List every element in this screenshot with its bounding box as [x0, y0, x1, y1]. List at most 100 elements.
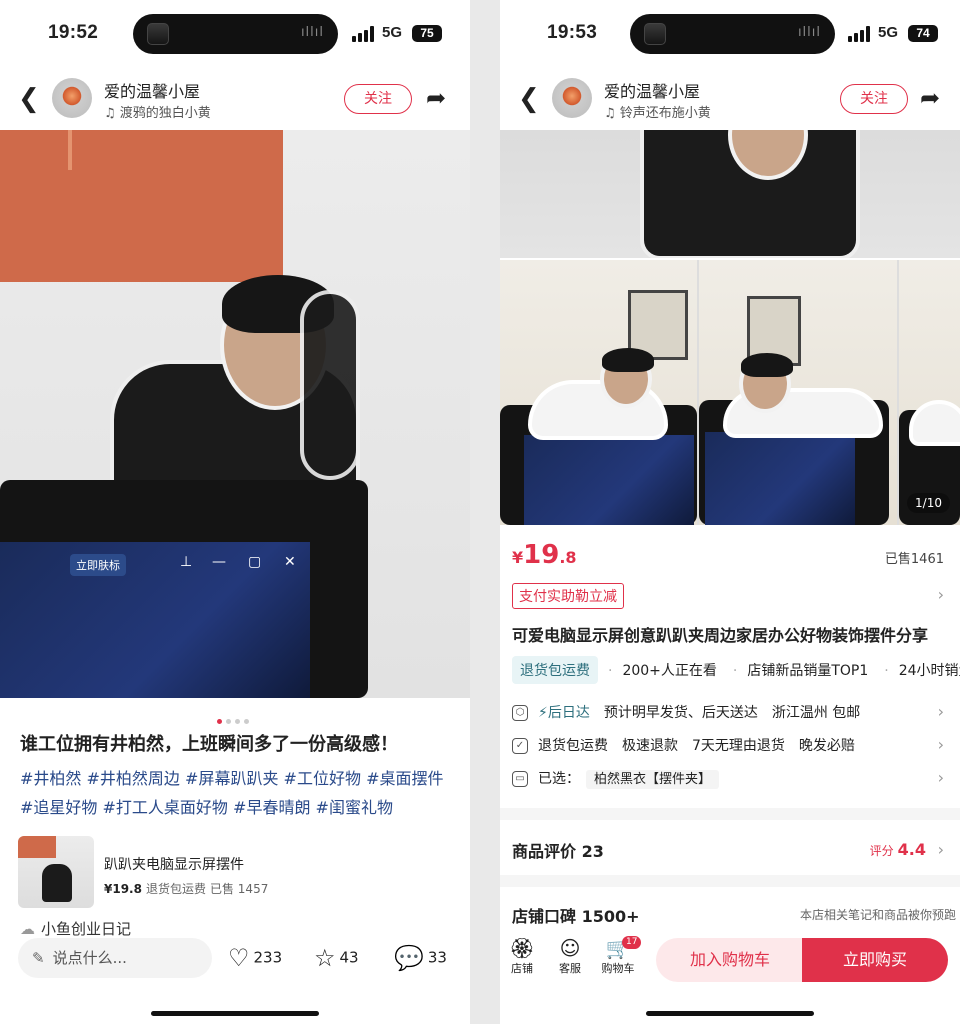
product-name: 趴趴夹电脑显示屏摆件 [104, 857, 244, 873]
left-screen: 19:52 ıllıl 5G 75 ❮ 爱的温馨小屋 ♫ 渡鸦的独白小黄 关注 … [0, 0, 470, 1024]
back-icon[interactable]: ❮ [18, 84, 40, 114]
bag-icon: ▭ [512, 771, 528, 787]
shipping-row[interactable]: ⬡ ⚡后日达 预计明早发货、后天送达 浙江温州 包邮 [512, 702, 874, 722]
divider [500, 875, 960, 887]
feature-chips: 退货包运费·200+人正在看·店铺新品销量TOP1·24小时销量新 [512, 656, 960, 684]
tag[interactable]: #工位好物 [284, 769, 361, 788]
comment-input[interactable]: ✎ 说点什么... [18, 938, 212, 978]
island-avatar [644, 23, 666, 45]
shop-note: 本店相关笔记和商品被你预跑 [799, 908, 956, 922]
home-indicator [646, 1011, 814, 1016]
tag[interactable]: #打工人桌面好物 [103, 798, 228, 817]
service-button[interactable]: ☺ 客服 [550, 936, 590, 976]
product-header: ❮ 爱的温馨小屋 ♫ 铃声还布施小黄 关注 ➦ [500, 72, 960, 128]
product-price-line: ¥19.8 退货包运费 已售 1457 [104, 882, 269, 896]
battery-icon: 74 [908, 25, 938, 42]
promo-badge[interactable]: 支付实助勒立减 [512, 583, 624, 609]
purchase-bar: 🏵 店铺 ☺ 客服 🛒 17 购物车 加入购物车 立即购买 [500, 930, 960, 986]
home-indicator [151, 1011, 319, 1016]
service-row[interactable]: ✓ 退货包运费 极速退款 7天无理由退货 晚发必赔 [512, 735, 869, 755]
tag[interactable]: #桌面摆件 [366, 769, 443, 788]
buy-now-button[interactable]: 立即购买 [802, 938, 948, 982]
status-bar: 19:52 ıllıl 5G 75 [0, 0, 470, 68]
audio-wave-icon: ıllıl [300, 25, 324, 40]
signal-icon [352, 26, 376, 42]
chevron-right-icon[interactable]: › [938, 585, 944, 604]
product-gallery[interactable]: 1/10 [500, 260, 960, 525]
gallery-counter: 1/10 [907, 493, 950, 513]
island-avatar [147, 23, 169, 45]
chip: 退货包运费 [512, 656, 598, 684]
shop-reputation[interactable]: 店铺口碑 1500+ [512, 903, 640, 927]
share-icon[interactable]: ➦ [426, 84, 446, 112]
music-label: ♫ 铃声还布施小黄 [604, 106, 711, 121]
monitor-screen [524, 435, 694, 525]
figure-hair [602, 348, 654, 372]
avatar[interactable] [52, 78, 92, 118]
status-time: 19:53 [547, 22, 598, 43]
music-label: ♫ 渡鸦的独白小黄 [104, 106, 211, 121]
chevron-right-icon[interactable]: › [938, 768, 944, 787]
carousel-dots [217, 709, 253, 728]
gallery-image-1 [500, 260, 697, 525]
figure-shadow [300, 290, 360, 480]
sold-count: 已售1461 [884, 552, 944, 567]
chat-icon: ☺ [559, 936, 581, 960]
tag[interactable]: #屏幕趴趴夹 [185, 769, 278, 788]
maximize-icon: ▢ [248, 554, 262, 570]
share-icon[interactable]: ➦ [920, 84, 940, 112]
tag-list: #井柏然 #井柏然周边 #屏幕趴趴夹 #工位好物 #桌面摆件 #追星好物 #打工… [20, 764, 460, 822]
reviews-title[interactable]: 商品评价 23 [512, 838, 604, 862]
follow-button[interactable]: 关注 [344, 84, 412, 114]
tag[interactable]: #井柏然 [20, 769, 81, 788]
store-icon: 🏵 [509, 936, 535, 960]
network-label: 5G [878, 24, 899, 41]
shop-name[interactable]: 爱的温馨小屋 [104, 78, 200, 102]
pencil-icon: ✎ [32, 949, 45, 967]
shop-name[interactable]: 爱的温馨小屋 [604, 78, 700, 102]
like-button[interactable]: ♡ 233 [228, 944, 282, 972]
window-tab: 立即肤标 [70, 554, 126, 576]
tag[interactable]: #井柏然周边 [87, 769, 180, 788]
music-note-icon: ♫ [604, 106, 620, 121]
selected-row[interactable]: ▭ 已选： 柏然黑衣【摆件夹】 [512, 768, 720, 789]
photo-strip[interactable] [500, 130, 960, 258]
heart-icon: ♡ [228, 944, 250, 972]
note-photo[interactable]: 立即肤标 ⊥ — ▢ ✕ [0, 130, 470, 698]
tag[interactable]: #追星好物 [20, 798, 97, 817]
follow-button[interactable]: 关注 [840, 84, 908, 114]
add-to-cart-button[interactable]: 加入购物车 [656, 938, 804, 982]
chevron-right-icon[interactable]: › [938, 702, 944, 721]
wall-painting [0, 130, 283, 282]
tag[interactable]: #闺蜜礼物 [316, 798, 393, 817]
chip: 店铺新品销量TOP1 [747, 663, 869, 679]
status-time: 19:52 [48, 22, 99, 43]
monitor-screen [0, 542, 310, 698]
figure-body [909, 400, 960, 446]
note-title: 谁工位拥有井柏然，上班瞬间多了一份高级感！ [20, 734, 398, 755]
dynamic-island: ıllıl [630, 14, 835, 54]
figure-hair [741, 353, 793, 377]
back-icon[interactable]: ❮ [518, 84, 540, 114]
comment-button[interactable]: 💬 33 [394, 944, 447, 972]
music-note-icon: ♫ [104, 106, 120, 121]
gallery-image-2 [699, 260, 897, 525]
monitor-screen [705, 432, 855, 525]
chevron-right-icon[interactable]: › [938, 840, 944, 859]
interaction-bar: ✎ 说点什么... ♡ 233 ☆ 43 💬 33 [0, 934, 470, 984]
note-header: ❮ 爱的温馨小屋 ♫ 渡鸦的独白小黄 关注 ➦ [0, 72, 470, 128]
collect-button[interactable]: ☆ 43 [314, 944, 359, 972]
chat-bubble-icon: 💬 [394, 944, 424, 972]
product-card[interactable]: 趴趴夹电脑显示屏摆件 ¥19.8 退货包运费 已售 1457 [18, 836, 458, 912]
network-label: 5G [382, 24, 403, 41]
store-button[interactable]: 🏵 店铺 [502, 936, 542, 976]
cart-badge: 17 [622, 936, 642, 949]
avatar[interactable] [552, 78, 592, 118]
review-score: 评分 4.4 [869, 840, 926, 859]
cart-button[interactable]: 🛒 17 购物车 [598, 936, 642, 976]
express-label: ⚡后日达 [538, 705, 590, 721]
tag[interactable]: #早春晴朗 [233, 798, 310, 817]
chevron-right-icon[interactable]: › [938, 735, 944, 754]
product-title: 可爱电脑显示屏创意趴趴夹周边家居办公好物装饰摆件分享 [512, 626, 929, 645]
close-icon: ✕ [284, 554, 296, 570]
